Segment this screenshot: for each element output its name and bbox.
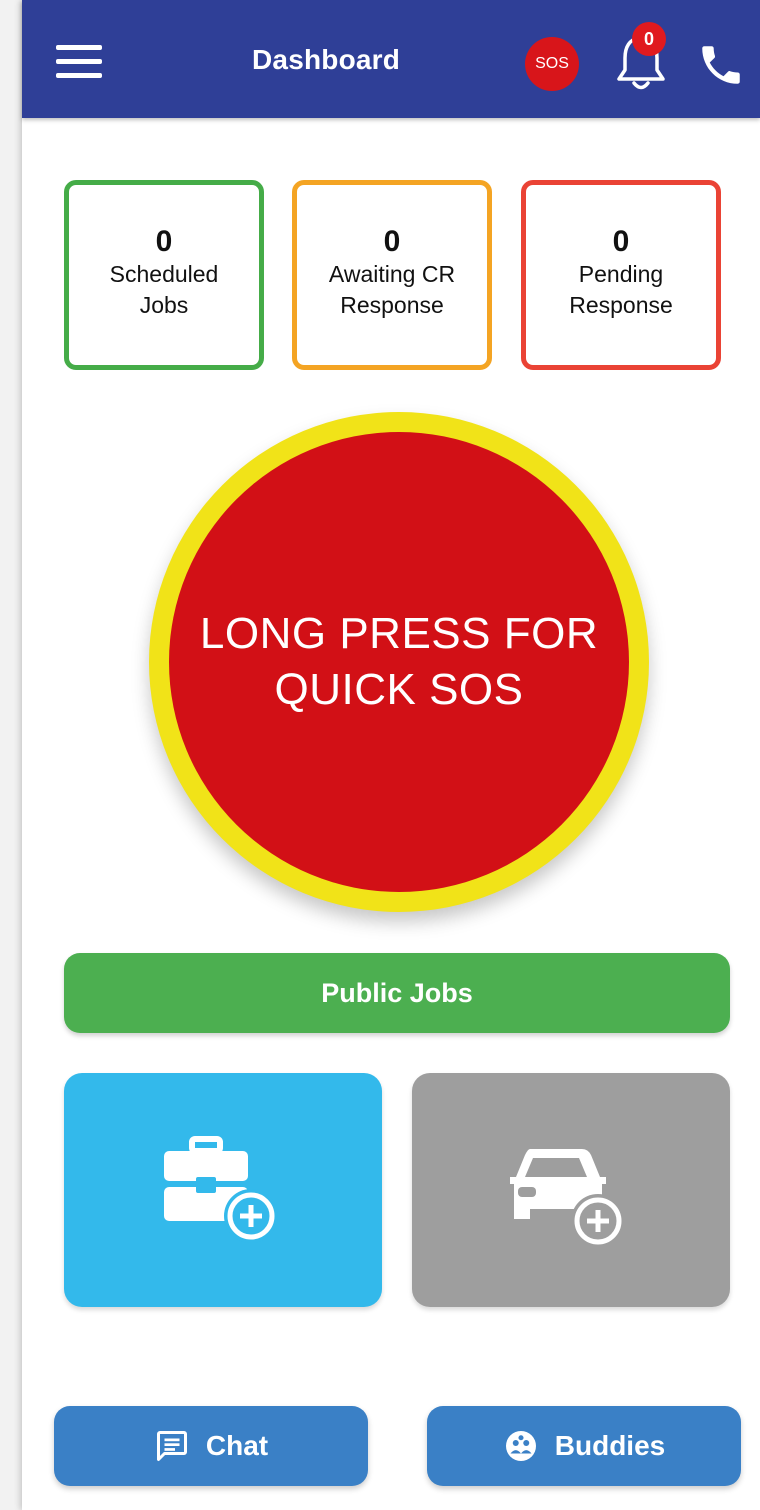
app-bar: Dashboard SOS 0 xyxy=(22,0,760,118)
buddies-icon xyxy=(505,1431,536,1461)
phone-call-icon[interactable] xyxy=(696,40,746,90)
stat-label: Awaiting CR Response xyxy=(307,259,477,321)
stat-value: 0 xyxy=(383,225,401,258)
add-vehicle-car-icon xyxy=(510,1149,625,1248)
chat-button[interactable]: Chat xyxy=(54,1406,368,1486)
stat-card-pending-response[interactable]: 0 Pending Response xyxy=(521,180,721,370)
stat-label-line: Jobs xyxy=(139,292,189,318)
chat-button-label: Chat xyxy=(205,1430,269,1461)
notification-count-badge: 0 xyxy=(632,22,666,56)
stat-label: Scheduled Jobs xyxy=(79,259,249,321)
menu-icon[interactable] xyxy=(56,45,102,79)
stat-value: 0 xyxy=(612,225,630,258)
public-jobs-button[interactable]: Public Jobs xyxy=(64,953,730,1033)
phone-screen: Dashboard SOS 0 0 Scheduled Jobs 0 Await… xyxy=(22,0,760,1510)
stat-label-line: Pending xyxy=(578,261,664,287)
stat-label-line: Scheduled xyxy=(109,261,219,287)
chat-icon xyxy=(156,1431,187,1461)
quick-sos-label-line1: LONG PRESS FOR xyxy=(199,609,599,658)
add-job-briefcase-icon xyxy=(164,1136,278,1243)
stat-label-line: Awaiting CR xyxy=(328,261,456,287)
stat-card-scheduled-jobs[interactable]: 0 Scheduled Jobs xyxy=(64,180,264,370)
buddies-button[interactable]: Buddies xyxy=(427,1406,741,1486)
page-title: Dashboard xyxy=(252,44,401,75)
quick-sos-label-line2: QUICK SOS xyxy=(274,665,524,714)
stat-label: Pending Response xyxy=(536,259,706,321)
stat-card-awaiting-cr-response[interactable]: 0 Awaiting CR Response xyxy=(292,180,492,370)
quick-sos-button[interactable]: LONG PRESS FOR QUICK SOS xyxy=(149,412,649,912)
add-vehicle-tile[interactable] xyxy=(412,1073,730,1307)
quick-sos-button-face: LONG PRESS FOR QUICK SOS xyxy=(169,432,629,892)
stat-value: 0 xyxy=(155,225,173,258)
stat-label-line: Response xyxy=(340,292,444,318)
stat-label-line: Response xyxy=(569,292,673,318)
add-job-tile[interactable] xyxy=(64,1073,382,1307)
buddies-button-label: Buddies xyxy=(554,1430,666,1461)
sos-header-button[interactable]: SOS xyxy=(525,37,579,91)
